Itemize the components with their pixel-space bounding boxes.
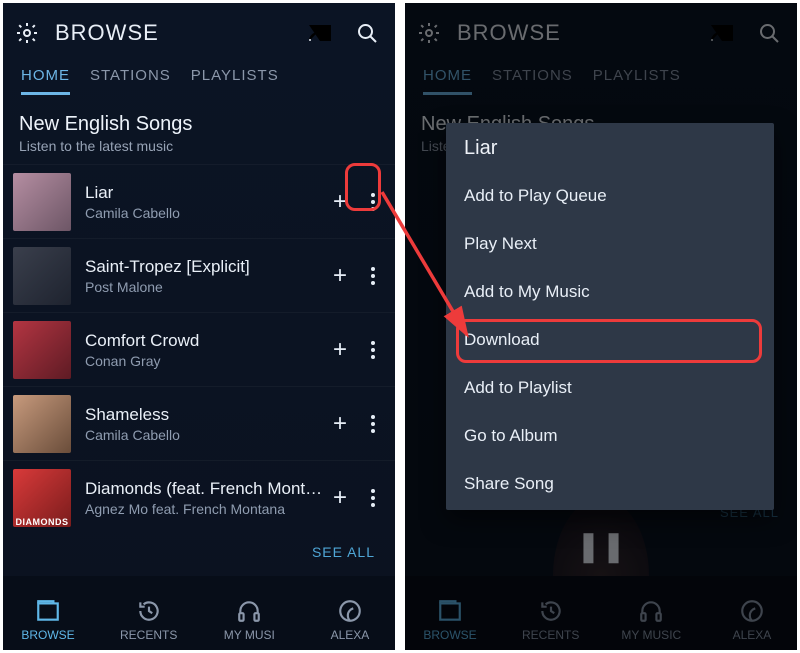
phone-left: BROWSE HOME	[3, 3, 395, 650]
nav-alexa[interactable]: ALEXA	[319, 598, 381, 642]
add-icon[interactable]: +	[333, 338, 347, 362]
menu-item-play-next[interactable]: Play Next	[446, 220, 774, 268]
album-art: DIAMONDS	[13, 469, 71, 527]
recents-icon	[136, 598, 162, 624]
tab-playlists[interactable]: PLAYLISTS	[191, 61, 279, 95]
song-row[interactable]: Saint-Tropez [Explicit] Post Malone +	[3, 238, 395, 312]
song-artist: Camila Cabello	[85, 205, 325, 221]
annotation-highlight-more	[345, 163, 381, 211]
tab-home[interactable]: HOME	[21, 61, 70, 95]
section-title: New English Songs	[19, 113, 377, 136]
album-art	[13, 247, 71, 305]
context-menu-title: Liar	[446, 123, 774, 172]
alexa-icon	[337, 598, 363, 624]
song-title: Saint-Tropez [Explicit]	[85, 257, 325, 277]
more-icon[interactable]	[367, 335, 379, 365]
context-menu: Liar Add to Play Queue Play Next Add to …	[446, 123, 774, 510]
song-artist: Post Malone	[85, 279, 325, 295]
browse-icon	[35, 598, 61, 624]
see-all-link[interactable]: SEE ALL	[3, 534, 395, 566]
song-artist: Agnez Mo feat. French Montana	[85, 501, 325, 517]
nav-label: MY MUSI	[224, 628, 275, 642]
song-title: Diamonds (feat. French Mont…	[85, 479, 325, 499]
song-artist: Camila Cabello	[85, 427, 325, 443]
section-header: New English Songs Listen to the latest m…	[3, 95, 395, 164]
annotation-highlight-download	[456, 319, 762, 363]
tabs: HOME STATIONS PLAYLISTS	[3, 57, 395, 95]
nav-browse[interactable]: BROWSE	[17, 598, 79, 642]
menu-item-add-playlist[interactable]: Add to Playlist	[446, 364, 774, 412]
header-title: BROWSE	[55, 20, 297, 46]
nav-label: BROWSE	[21, 628, 74, 642]
menu-item-add-mymusic[interactable]: Add to My Music	[446, 268, 774, 316]
add-icon[interactable]: +	[333, 264, 347, 288]
song-title: Liar	[85, 183, 325, 203]
settings-icon[interactable]	[15, 21, 39, 45]
album-art	[13, 395, 71, 453]
menu-item-share[interactable]: Share Song	[446, 460, 774, 508]
tab-stations[interactable]: STATIONS	[90, 61, 171, 95]
bottom-nav: BROWSE RECENTS MY MUSI ALEXA	[3, 576, 395, 650]
song-row[interactable]: Liar Camila Cabello +	[3, 164, 395, 238]
search-icon[interactable]	[355, 21, 379, 45]
headphones-icon	[236, 598, 262, 624]
add-icon[interactable]: +	[333, 486, 347, 510]
cast-icon[interactable]	[307, 22, 333, 44]
menu-item-add-queue[interactable]: Add to Play Queue	[446, 172, 774, 220]
more-icon[interactable]	[367, 261, 379, 291]
section-subtitle: Listen to the latest music	[19, 138, 377, 154]
song-artist: Conan Gray	[85, 353, 325, 369]
song-row[interactable]: DIAMONDS Diamonds (feat. French Mont… Ag…	[3, 460, 395, 534]
album-art	[13, 321, 71, 379]
nav-recents[interactable]: RECENTS	[118, 598, 180, 642]
menu-item-go-album[interactable]: Go to Album	[446, 412, 774, 460]
nav-label: ALEXA	[331, 628, 370, 642]
app-header: BROWSE	[3, 3, 395, 57]
album-art	[13, 173, 71, 231]
song-row[interactable]: Comfort Crowd Conan Gray +	[3, 312, 395, 386]
more-icon[interactable]	[367, 483, 379, 513]
song-row[interactable]: Shameless Camila Cabello +	[3, 386, 395, 460]
nav-mymusic[interactable]: MY MUSI	[218, 598, 280, 642]
more-icon[interactable]	[367, 409, 379, 439]
song-title: Shameless	[85, 405, 325, 425]
add-icon[interactable]: +	[333, 412, 347, 436]
nav-label: RECENTS	[120, 628, 177, 642]
song-title: Comfort Crowd	[85, 331, 325, 351]
